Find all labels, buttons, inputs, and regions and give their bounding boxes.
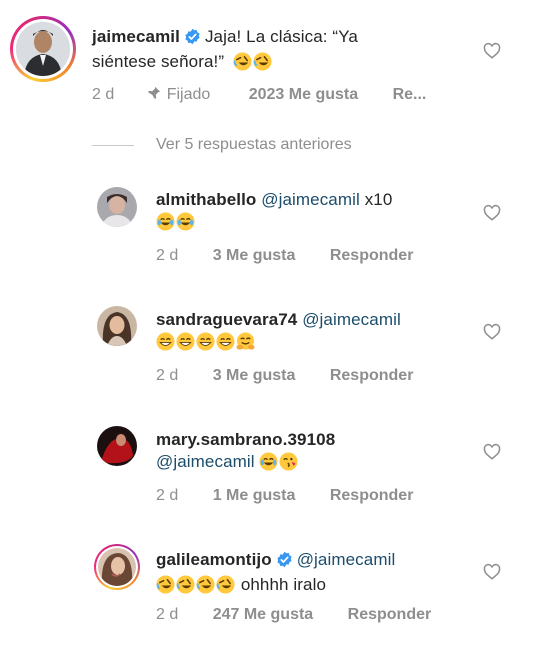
comment-text: almithabello @jaimecamil x10 (156, 189, 476, 233)
avatar-photo (98, 548, 136, 586)
emoji-grin (156, 332, 175, 351)
likes-count[interactable]: 247 Me gusta (213, 606, 313, 624)
emoji-rofl (216, 575, 235, 594)
emoji-rofl (196, 575, 215, 594)
comment-meta: 2 d 247 Me gusta Responder (156, 606, 431, 624)
emoji-grin (196, 332, 215, 351)
avatar[interactable] (97, 426, 137, 466)
reply-comment: galileamontijo @jaimecamil ohhhh iralo 2 … (0, 540, 535, 640)
heart-outline-icon[interactable] (483, 443, 501, 461)
heart-outline-icon[interactable] (483, 323, 501, 341)
comment-username[interactable]: galileamontijo (156, 550, 272, 569)
comment-text: mary.sambrano.39108 @jaimecamil (156, 429, 476, 473)
comment-meta: 2 d 3 Me gusta Responder (156, 367, 413, 385)
reply-comment: almithabello @jaimecamil x10 2 d 3 Me gu… (0, 180, 535, 280)
emoji-rofl (233, 52, 252, 71)
comment-text: sandraguevara74 @jaimecamil (156, 309, 476, 353)
verified-badge-icon (184, 28, 201, 51)
comment-time: 2 d (92, 86, 115, 103)
avatar-photo (97, 426, 137, 466)
view-previous-replies[interactable]: Ver 5 respuestas anteriores (92, 136, 352, 154)
heart-outline-icon[interactable] (483, 563, 501, 581)
pinned-label: Fijado (166, 86, 211, 103)
comment-meta: 2 d 1 Me gusta Responder (156, 487, 413, 505)
avatar[interactable] (94, 544, 140, 590)
reply-button[interactable]: Responder (330, 247, 414, 265)
reply-button[interactable]: Responder (348, 606, 432, 624)
comment-meta: 2 d Fijado 2023 Me gusta Re... (92, 86, 426, 104)
comment-time: 2 d (156, 487, 179, 504)
divider (92, 144, 134, 146)
avatar[interactable] (10, 16, 76, 82)
heart-outline-icon[interactable] (483, 42, 501, 60)
likes-count[interactable]: 2023 Me gusta (249, 86, 358, 104)
comment-text: galileamontijo @jaimecamil ohhhh iralo (156, 549, 476, 596)
comment-meta: 2 d 3 Me gusta Responder (156, 247, 413, 265)
verified-badge-icon (276, 551, 293, 574)
emoji-rofl (176, 575, 195, 594)
emoji-grin (176, 332, 195, 351)
view-previous-replies-label[interactable]: Ver 5 respuestas anteriores (156, 136, 352, 154)
comment-time: 2 d (156, 367, 179, 384)
emoji-grin (216, 332, 235, 351)
main-comment: jaimecamil Jaja! La clásica: “Ya siéntese… (0, 0, 535, 120)
comment-username[interactable]: almithabello (156, 190, 256, 209)
heart-outline-icon[interactable] (483, 204, 501, 222)
emoji-kiss (279, 452, 299, 471)
mention-link[interactable]: @jaimecamil (297, 550, 396, 569)
comment-body: ohhhh iralo (240, 575, 327, 594)
likes-count[interactable]: 1 Me gusta (213, 487, 296, 505)
avatar[interactable] (97, 306, 137, 346)
reply-comment: mary.sambrano.39108 @jaimecamil 2 d 1 Me… (0, 420, 535, 520)
reply-button[interactable]: Responder (330, 367, 414, 385)
comment-body-line2: siéntese señora!” (92, 52, 225, 71)
comment-body: Jaja! La clásica: “Ya (204, 27, 358, 46)
comment-text: jaimecamil Jaja! La clásica: “Ya siéntese… (92, 26, 482, 73)
emoji-rofl (156, 575, 175, 594)
avatar-photo (97, 187, 137, 227)
reply-button[interactable]: Responder (330, 487, 414, 505)
likes-count[interactable]: 3 Me gusta (213, 247, 296, 265)
likes-count[interactable]: 3 Me gusta (213, 367, 296, 385)
emoji-joy (176, 212, 195, 231)
comment-body: x10 (364, 190, 393, 209)
emoji-joy (156, 212, 175, 231)
mention-link[interactable]: @jaimecamil (302, 310, 401, 329)
comment-username[interactable]: sandraguevara74 (156, 310, 297, 329)
emoji-rofl (253, 52, 272, 71)
comment-username[interactable]: jaimecamil (92, 27, 180, 46)
emoji-hug (236, 332, 255, 351)
pin-icon (147, 86, 160, 100)
pinned-indicator: Fijado (147, 86, 211, 104)
avatar-photo (97, 306, 137, 346)
comment-time: 2 d (156, 606, 179, 623)
mention-link[interactable]: @jaimecamil (261, 190, 360, 209)
comment-time: 2 d (156, 247, 179, 264)
emoji-joy (259, 452, 279, 471)
reply-comment: sandraguevara74 @jaimecamil 2 d 3 Me gus… (0, 300, 535, 400)
comment-username[interactable]: mary.sambrano.39108 (156, 430, 335, 449)
avatar[interactable] (97, 187, 137, 227)
avatar-photo (16, 22, 70, 76)
reply-button[interactable]: Re... (393, 86, 427, 104)
mention-link[interactable]: @jaimecamil (156, 452, 255, 471)
